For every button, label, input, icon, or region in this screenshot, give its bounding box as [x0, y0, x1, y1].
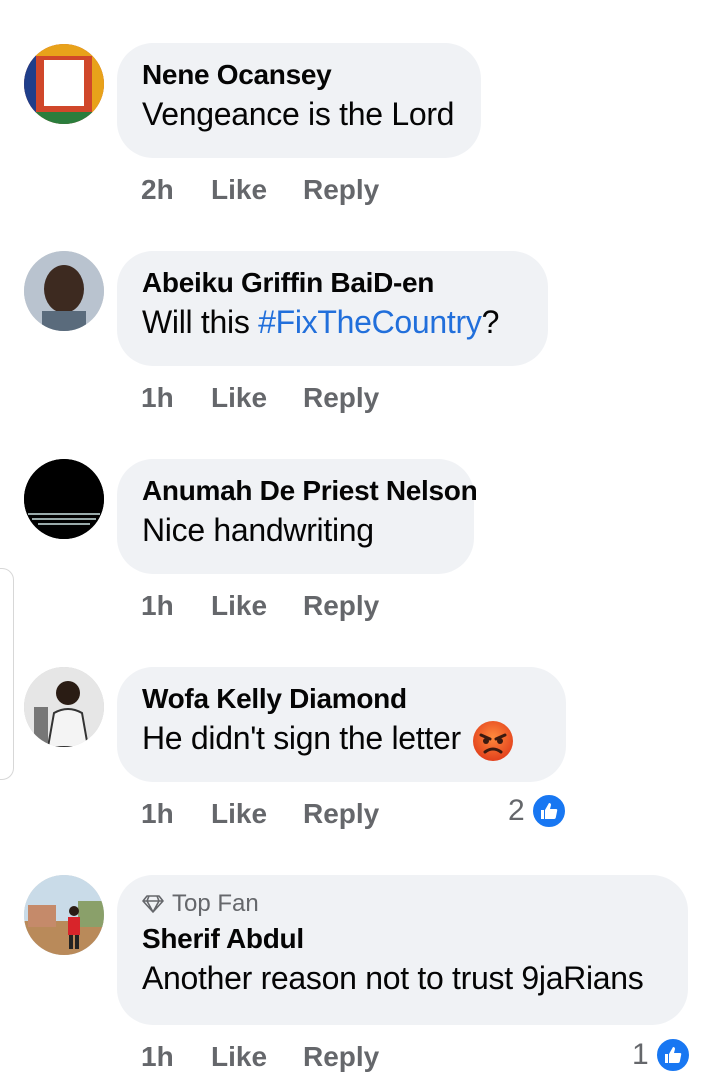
like-icon: [530, 793, 567, 829]
diamond-icon: [142, 895, 164, 913]
commenter-name[interactable]: Abeiku Griffin BaiD-en: [142, 265, 522, 301]
reply-button[interactable]: Reply: [303, 798, 379, 830]
hashtag-link[interactable]: #FixTheCountry: [258, 304, 482, 340]
comment-text-end: ?: [481, 304, 500, 340]
comment-bubble: Top Fan Sherif Abdul Another reason not …: [117, 875, 688, 1025]
comment-text-start: Will this: [142, 304, 259, 340]
avatar[interactable]: [24, 459, 104, 539]
comment-actions: 1h Like Reply: [141, 1037, 379, 1077]
avatar-image: [24, 44, 104, 124]
comment-actions: 1h Like Reply: [141, 794, 379, 834]
reply-button[interactable]: Reply: [303, 382, 379, 414]
avatar-image: [24, 667, 104, 747]
like-button[interactable]: Like: [211, 1041, 303, 1073]
comment-text: Nice handwriting: [142, 512, 374, 548]
like-button[interactable]: Like: [211, 798, 303, 830]
comment-text-content: He didn't sign the letter: [142, 720, 461, 756]
comment-bubble: Nene Ocansey Vengeance is the Lord: [117, 43, 481, 158]
like-button[interactable]: Like: [211, 590, 303, 622]
like-button[interactable]: Like: [211, 382, 303, 414]
avatar-image: [24, 251, 104, 331]
avatar[interactable]: [24, 875, 104, 955]
avatar[interactable]: [24, 251, 104, 331]
reaction-summary[interactable]: 2: [508, 791, 567, 831]
comment-actions: 2h Like Reply: [141, 170, 379, 210]
angry-face-icon: [472, 720, 513, 761]
comment-actions: 1h Like Reply: [141, 378, 379, 418]
comment-time[interactable]: 1h: [141, 798, 211, 830]
comment-text: He didn't sign the letter: [142, 717, 540, 763]
avatar[interactable]: [24, 44, 104, 124]
avatar-image: [24, 875, 104, 955]
comment-text: Will this #FixTheCountry?: [142, 301, 522, 343]
like-button[interactable]: Like: [211, 174, 303, 206]
like-icon: [654, 1037, 691, 1073]
reaction-count: 1: [632, 1038, 649, 1071]
reply-button[interactable]: Reply: [303, 174, 379, 206]
commenter-name[interactable]: Nene Ocansey: [142, 57, 455, 93]
commenter-name[interactable]: Sherif Abdul: [142, 921, 662, 957]
comment-time[interactable]: 2h: [141, 174, 211, 206]
reaction-summary[interactable]: 1: [632, 1035, 691, 1075]
badge-label: Top Fan: [172, 890, 259, 917]
commenter-name[interactable]: Wofa Kelly Diamond: [142, 681, 540, 717]
comment-bubble: Anumah De Priest Nelson Nice handwriting: [117, 459, 478, 574]
comment-bubble: Wofa Kelly Diamond He didn't sign the le…: [117, 667, 566, 782]
top-fan-badge: Top Fan: [142, 889, 662, 919]
avatar[interactable]: [24, 667, 104, 747]
avatar-image: [24, 459, 104, 539]
comment-text: Vengeance is the Lord: [142, 96, 455, 132]
comment-time[interactable]: 1h: [141, 590, 211, 622]
comment-time[interactable]: 1h: [141, 1041, 211, 1073]
comment-time[interactable]: 1h: [141, 382, 211, 414]
reaction-count: 2: [508, 794, 525, 827]
reply-button[interactable]: Reply: [303, 1041, 379, 1073]
comment-bubble: Abeiku Griffin BaiD-en Will this #FixThe…: [117, 251, 548, 366]
side-panel-edge: [0, 568, 14, 780]
comment-text: Another reason not to trust 9jaRians: [142, 960, 644, 996]
commenter-name[interactable]: Anumah De Priest Nelson: [142, 473, 478, 509]
comment-actions: 1h Like Reply: [141, 586, 379, 626]
reply-button[interactable]: Reply: [303, 590, 379, 622]
